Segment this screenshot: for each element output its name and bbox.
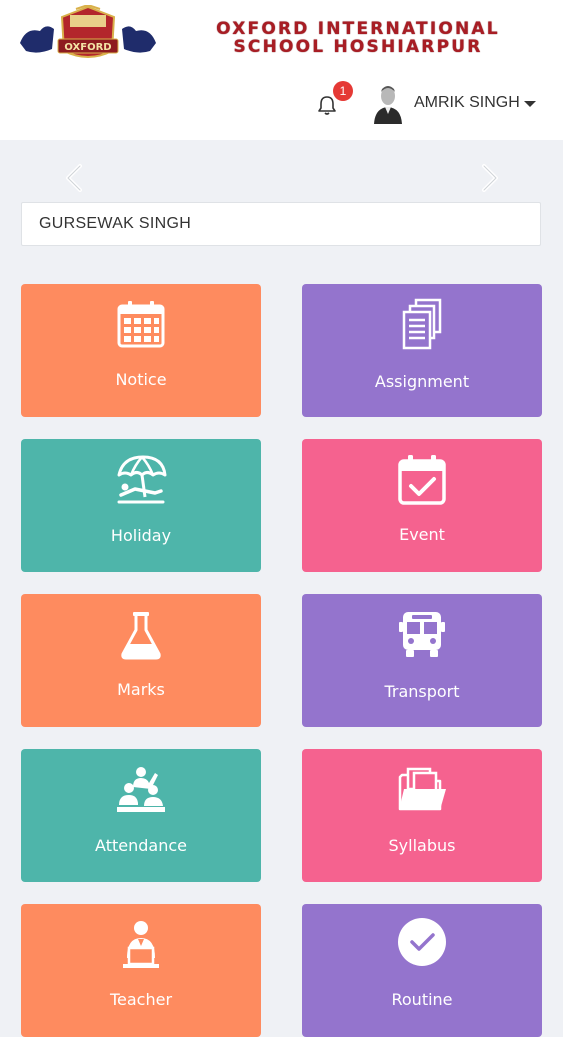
tile-label: Marks xyxy=(117,680,165,699)
calendar-grid-icon xyxy=(117,301,165,348)
tile-attendance[interactable]: Attendance xyxy=(21,749,261,882)
tile-routine[interactable]: Routine xyxy=(302,904,542,1037)
bus-icon xyxy=(399,612,445,657)
chevron-down-icon[interactable] xyxy=(524,101,536,107)
tile-label: Holiday xyxy=(110,526,172,545)
student-name: GURSEWAK SINGH xyxy=(39,215,192,232)
folder-icon xyxy=(398,767,446,811)
tile-notice[interactable]: Notice xyxy=(21,284,261,417)
tile-marks[interactable]: Marks xyxy=(21,594,261,727)
tile-assignment[interactable]: Assignment xyxy=(302,284,542,417)
school-logo: OXFORD xyxy=(20,5,156,58)
user-avatar[interactable] xyxy=(372,84,404,124)
tile-syllabus[interactable]: Syllabus xyxy=(302,749,542,882)
tile-label: Assignment xyxy=(374,372,470,391)
teacher-icon xyxy=(123,921,159,968)
chevron-right-icon[interactable] xyxy=(478,162,502,194)
school-name-line1: OXFORD INTERNATIONAL xyxy=(216,19,500,39)
student-selector[interactable]: GURSEWAK SINGH xyxy=(21,202,541,246)
tile-event[interactable]: Event xyxy=(302,439,542,572)
tile-transport[interactable]: Transport xyxy=(302,594,542,727)
calendar-check-icon xyxy=(398,455,446,505)
app-header: OXFORD OXFORD INTERNATIONAL SCHOOL HOSHI… xyxy=(0,0,563,140)
school-name-line2: SCHOOL HOSHIARPUR xyxy=(233,37,483,57)
chevron-left-icon[interactable] xyxy=(62,162,86,194)
tile-label: Attendance xyxy=(95,836,187,855)
documents-icon xyxy=(402,298,442,350)
classroom-icon xyxy=(117,767,165,812)
tile-label: Notice xyxy=(115,370,167,389)
flask-icon xyxy=(121,612,161,660)
tile-teacher[interactable]: Teacher xyxy=(21,904,261,1037)
tile-holiday[interactable]: Holiday xyxy=(21,439,261,572)
check-circle-icon xyxy=(398,918,446,966)
svg-text:OXFORD: OXFORD xyxy=(64,42,111,53)
beach-umbrella-icon xyxy=(117,455,167,504)
tile-label: Syllabus xyxy=(388,836,456,855)
tile-label: Transport xyxy=(384,682,460,701)
user-name[interactable]: AMRIK SINGH xyxy=(414,94,520,112)
tile-label: Event xyxy=(399,525,445,544)
school-name: OXFORD INTERNATIONAL SCHOOL HOSHIARPUR xyxy=(168,20,548,56)
notification-badge[interactable]: 1 xyxy=(333,81,353,101)
